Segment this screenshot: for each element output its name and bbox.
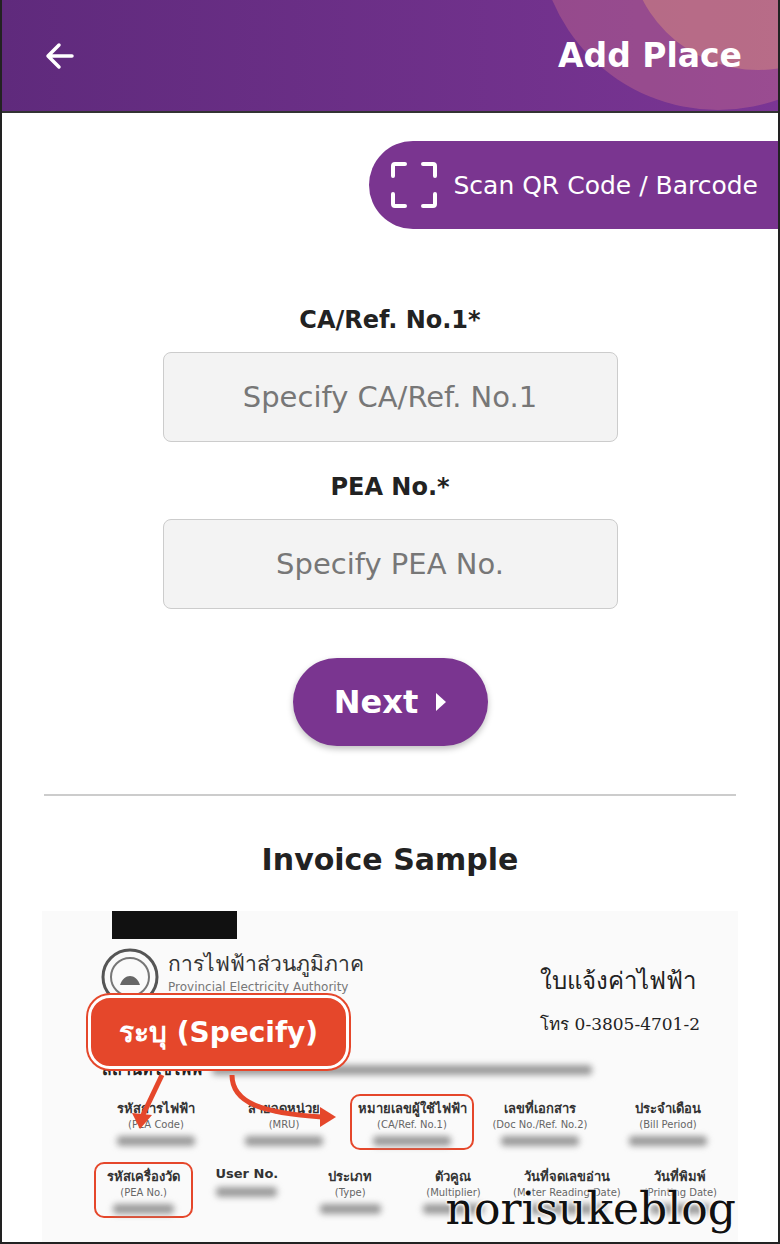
blurred-value <box>245 1136 323 1146</box>
top-bar: Add Place <box>2 0 778 113</box>
blurred-value <box>113 1204 174 1214</box>
column-label-en: (PEA No.) <box>120 1187 167 1198</box>
section-title: Invoice Sample <box>2 842 778 877</box>
watermark: norisukeblog <box>446 1183 736 1234</box>
phone: โทร 0-3805-4701-2 <box>540 1010 700 1037</box>
column-label-en: (Bill Period) <box>639 1119 696 1130</box>
blurred-value <box>320 1204 381 1214</box>
column-label: ประจำเดือน <box>635 1098 701 1119</box>
authority-name: การไฟฟ้าส่วนภูมิภาค <box>168 947 364 980</box>
text-input[interactable] <box>163 352 618 442</box>
blurred-value <box>501 1136 579 1146</box>
column-label-en: (Type) <box>335 1187 366 1198</box>
form-field: CA/Ref. No.1* <box>163 306 618 442</box>
next-button[interactable]: Next <box>293 658 488 746</box>
invoice-sample: การไฟฟ้าส่วนภูมิภาคProvincial Electricit… <box>42 911 738 1242</box>
column-label-en: (Doc No./Ref. No.2) <box>492 1119 587 1130</box>
blurred-value <box>373 1136 451 1146</box>
invoice-column: รหัสการไฟฟ้า(PEA Code) <box>94 1094 218 1150</box>
authority-name-en: Provincial Electricity Authority <box>168 980 364 994</box>
invoice-column: User No. <box>197 1162 296 1218</box>
column-label: รหัสการไฟฟ้า <box>117 1098 195 1119</box>
form: CA/Ref. No.1* PEA No.* Next <box>2 306 778 746</box>
scan-frame-icon <box>389 160 439 210</box>
column-label-en: (MRU) <box>269 1119 300 1130</box>
scan-label: Scan QR Code / Barcode <box>453 171 758 200</box>
back-arrow-icon[interactable] <box>42 38 78 74</box>
invoice-column: ประจำเดือน(Bill Period) <box>606 1094 730 1150</box>
blurred-value <box>117 1136 195 1146</box>
chevron-right-icon <box>436 693 446 711</box>
screen: Add Place Scan QR Code / Barcode CA/Ref. N… <box>0 0 780 1244</box>
field-label: CA/Ref. No.1* <box>299 306 480 334</box>
page-title: Add Place <box>558 36 742 75</box>
invoice-column: ประเภท(Type) <box>301 1162 400 1218</box>
column-label-en: (CA/Ref. No.1) <box>377 1119 447 1130</box>
text-input[interactable] <box>163 519 618 609</box>
blurred-value <box>629 1136 707 1146</box>
column-label: เลขที่เอกสาร <box>504 1098 576 1119</box>
callout: ระบุ (Specify) <box>88 995 349 1069</box>
document-title: ใบแจ้งค่าไฟฟ้า <box>540 961 700 1000</box>
invoice-column: รหัสเครื่องวัด(PEA No.) <box>94 1162 193 1218</box>
column-label: หมายเลขผู้ใช้ไฟฟ้า <box>358 1098 467 1119</box>
invoice-column: เลขที่เอกสาร(Doc No./Ref. No.2) <box>478 1094 602 1150</box>
column-label: ประเภท <box>328 1166 372 1187</box>
column-label: User No. <box>216 1166 279 1181</box>
pointer-arrow-icon <box>102 1073 402 1133</box>
divider <box>44 794 736 796</box>
column-label: รหัสเครื่องวัด <box>107 1166 180 1187</box>
redaction-box <box>112 911 237 939</box>
document-title-block: ใบแจ้งค่าไฟฟ้าโทร 0-3805-4701-2 <box>540 947 700 1037</box>
field-label: PEA No.* <box>330 473 449 501</box>
invoice-column: หมายเลขผู้ใช้ไฟฟ้า(CA/Ref. No.1) <box>350 1094 474 1150</box>
form-field: PEA No.* <box>163 473 618 609</box>
scan-button[interactable]: Scan QR Code / Barcode <box>369 141 778 229</box>
blurred-value <box>216 1187 277 1197</box>
